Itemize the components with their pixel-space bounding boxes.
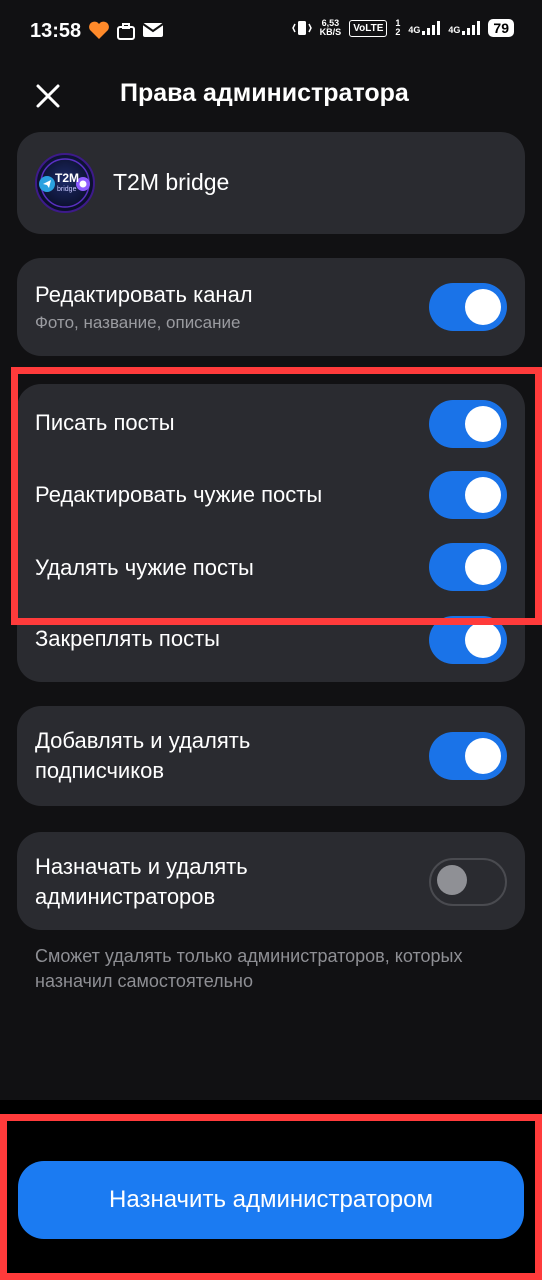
status-time: 13:58: [30, 20, 82, 42]
toggle-edit-channel[interactable]: [429, 283, 507, 331]
vibrate-icon: [291, 21, 312, 35]
channel-name: T2M bridge: [113, 169, 230, 195]
system-icons: 6,53 KB/S VoLTE 1 2 4G 4G 79: [291, 18, 514, 38]
toggle-manage-admins[interactable]: [429, 858, 507, 906]
permission-title: Удалять чужие посты: [35, 555, 254, 580]
toggle-knob: [465, 738, 501, 774]
toggle-knob: [465, 406, 501, 442]
toggle-edit-others-posts[interactable]: [429, 471, 507, 519]
toggle-manage-subscribers[interactable]: [429, 732, 507, 780]
toggle-knob: [465, 622, 501, 658]
battery-indicator: 79: [488, 19, 514, 37]
toggle-knob: [465, 549, 501, 585]
assign-admin-button[interactable]: Назначить администратором: [18, 1161, 524, 1239]
close-icon: [36, 84, 60, 108]
page-title: Права администратора: [120, 79, 409, 107]
permission-row-edit-others-posts[interactable]: Редактировать чужие посты: [17, 460, 525, 532]
permission-row-edit-channel[interactable]: Редактировать канал Фото, название, опис…: [17, 258, 525, 356]
permission-title: Назначать и удалять администраторов: [35, 854, 248, 909]
permission-subtitle: Фото, название, описание: [35, 313, 241, 332]
signal-icon: [422, 21, 441, 35]
permission-row-manage-admins[interactable]: Назначать и удалять администраторов: [17, 832, 525, 930]
heart-icon: [89, 21, 109, 39]
toggle-knob: [465, 477, 501, 513]
avatar-text: T2M: [55, 171, 79, 185]
sim-indicator: 1 2: [395, 18, 401, 37]
top-app-bar: Права администратора: [0, 64, 542, 124]
signal-sim2: 4G: [448, 21, 481, 35]
permission-row-manage-subscribers[interactable]: Добавлять и удалять подписчиков: [17, 706, 525, 806]
permission-title: Редактировать канал: [35, 282, 253, 307]
permission-title: Добавлять и удалять подписчиков: [35, 728, 251, 783]
toggle-delete-others-posts[interactable]: [429, 543, 507, 591]
signal-sim1: 4G: [408, 21, 441, 35]
toggle-post-messages[interactable]: [429, 400, 507, 448]
permission-row-pin-posts[interactable]: Закреплять посты: [17, 604, 525, 682]
briefcase-icon: [117, 23, 135, 40]
mail-icon: [142, 23, 164, 37]
admins-note: Сможет удалять только администраторов, к…: [35, 946, 463, 991]
edit-channel-card: Редактировать канал Фото, название, опис…: [17, 258, 525, 356]
channel-avatar: T2M bridge: [35, 153, 95, 213]
permission-row-post-messages[interactable]: Писать посты: [17, 384, 525, 460]
admins-card: Назначать и удалять администраторов: [17, 832, 525, 930]
avatar-subtext: bridge: [57, 186, 77, 193]
permission-row-delete-others-posts[interactable]: Удалять чужие посты: [17, 532, 525, 604]
channel-card: T2M bridge T2M bridge: [17, 132, 525, 234]
permission-title: Закреплять посты: [35, 626, 220, 651]
toggle-knob: [437, 865, 467, 895]
toggle-knob: [465, 289, 501, 325]
permission-title: Редактировать чужие посты: [35, 482, 323, 507]
permission-title: Писать посты: [35, 410, 175, 435]
network-speed: 6,53 KB/S: [319, 18, 342, 37]
status-bar: 13:58 6,53 KB/S VoLTE 1 2 4G 4G 79: [0, 0, 542, 64]
toggle-pin-posts[interactable]: [429, 616, 507, 664]
notification-icons: [88, 21, 164, 41]
signal-icon: [462, 21, 481, 35]
subscribers-card: Добавлять и удалять подписчиков: [17, 706, 525, 806]
posts-permissions-card: Писать посты Редактировать чужие посты У…: [17, 384, 525, 682]
close-button[interactable]: [28, 76, 68, 116]
volte-badge: VoLTE: [349, 19, 388, 37]
